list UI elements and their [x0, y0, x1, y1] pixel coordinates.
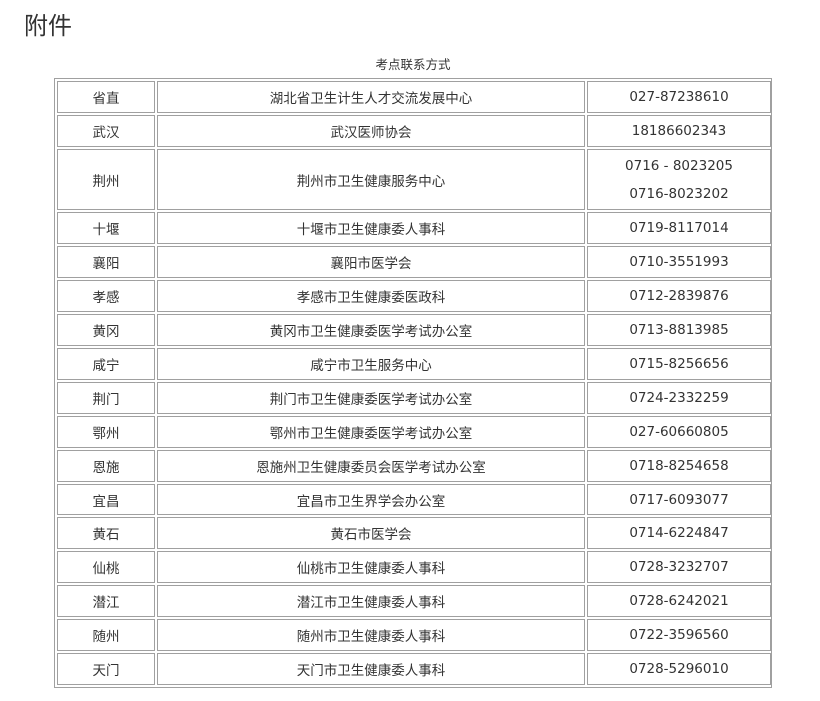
organization-cell: 孝感市卫生健康委医政科: [157, 280, 585, 313]
table-row: 荆州 荆州市卫生健康服务中心 0716 - 8023205 0716-8023202: [57, 148, 771, 211]
city-cell: 荆州: [57, 148, 155, 211]
phone-cell: 18186602343: [587, 114, 771, 147]
contacts-table: 省直 湖北省卫生计生人才交流发展中心 027-87238610 武汉 武汉医师协会 181…: [55, 79, 773, 687]
city-cell: 武汉: [57, 114, 155, 147]
phone-number: 0728-6242021: [629, 593, 729, 610]
table-row: 宜昌 宜昌市卫生界学会办公室 0717-6093077: [57, 483, 771, 516]
table-row: 恩施 恩施州卫生健康委员会医学考试办公室 0718-8254658: [57, 449, 771, 482]
city-cell: 天门: [57, 653, 155, 685]
table-row: 十堰 十堰市卫生健康委人事科 0719-8117014: [57, 212, 771, 245]
organization-cell: 随州市卫生健康委人事科: [157, 619, 585, 652]
phone-number: 0714-6224847: [629, 525, 729, 542]
organization-cell: 天门市卫生健康委人事科: [157, 653, 585, 685]
phone-number: 0722-3596560: [629, 627, 729, 644]
table-row: 随州 随州市卫生健康委人事科 0722-3596560: [57, 619, 771, 652]
organization-cell: 潜江市卫生健康委人事科: [157, 585, 585, 618]
organization-cell: 咸宁市卫生服务中心: [157, 348, 585, 380]
phone-number: 027-87238610: [629, 88, 729, 105]
table-row: 孝感 孝感市卫生健康委医政科 0712-2839876: [57, 280, 771, 313]
table-row: 天门 天门市卫生健康委人事科 0728-5296010: [57, 653, 771, 685]
city-cell: 恩施: [57, 449, 155, 482]
phone-cell: 0717-6093077: [587, 483, 771, 516]
city-cell: 荆门: [57, 381, 155, 414]
phone-cell: 0715-8256656: [587, 348, 771, 380]
phone-number: 0716 - 8023205: [625, 157, 733, 174]
table-caption: 考点联系方式: [375, 57, 451, 72]
phone-number: 0712-2839876: [629, 288, 729, 305]
city-cell: 潜江: [57, 585, 155, 618]
phone-number: 0713-8813985: [629, 322, 729, 339]
city-cell: 黄冈: [57, 314, 155, 346]
phone-cell: 0718-8254658: [587, 449, 771, 482]
table-row: 仙桃 仙桃市卫生健康委人事科 0728-3232707: [57, 551, 771, 584]
phone-cell: 0710-3551993: [587, 246, 771, 279]
organization-cell: 宜昌市卫生界学会办公室: [157, 483, 585, 516]
organization-cell: 黄冈市卫生健康委医学考试办公室: [157, 314, 585, 346]
table-row: 襄阳 襄阳市医学会 0710-3551993: [57, 246, 771, 279]
city-cell: 十堰: [57, 212, 155, 245]
table-row: 鄂州 鄂州市卫生健康委医学考试办公室 027-60660805: [57, 415, 771, 448]
phone-number: 0717-6093077: [629, 491, 729, 508]
city-cell: 鄂州: [57, 415, 155, 448]
organization-cell: 襄阳市医学会: [157, 246, 585, 279]
table-row: 荆门 荆门市卫生健康委医学考试办公室 0724-2332259: [57, 381, 771, 414]
organization-cell: 荆门市卫生健康委医学考试办公室: [157, 381, 585, 414]
phone-cell: 0728-5296010: [587, 653, 771, 685]
organization-cell: 湖北省卫生计生人才交流发展中心: [157, 81, 585, 113]
phone-cell: 0714-6224847: [587, 517, 771, 550]
table-row: 咸宁 咸宁市卫生服务中心 0715-8256656: [57, 348, 771, 380]
organization-cell: 十堰市卫生健康委人事科: [157, 212, 585, 245]
phone-number: 0724-2332259: [629, 389, 729, 406]
phone-number: 0718-8254658: [629, 457, 729, 474]
organization-cell: 鄂州市卫生健康委医学考试办公室: [157, 415, 585, 448]
phone-cell: 0716 - 8023205 0716-8023202: [587, 148, 771, 211]
phone-cell: 0713-8813985: [587, 314, 771, 346]
phone-cell: 0724-2332259: [587, 381, 771, 414]
table-row: 武汉 武汉医师协会 18186602343: [57, 114, 771, 147]
phone-number: 0716-8023202: [629, 185, 729, 202]
phone-number: 0715-8256656: [629, 355, 729, 372]
phone-number: 0710-3551993: [629, 254, 729, 271]
organization-cell: 恩施州卫生健康委员会医学考试办公室: [157, 449, 585, 482]
organization-cell: 黄石市医学会: [157, 517, 585, 550]
city-cell: 黄石: [57, 517, 155, 550]
table-row: 黄冈 黄冈市卫生健康委医学考试办公室 0713-8813985: [57, 314, 771, 346]
phone-number: 18186602343: [631, 122, 727, 139]
phone-cell: 0722-3596560: [587, 619, 771, 652]
city-cell: 咸宁: [57, 348, 155, 380]
city-cell: 省直: [57, 81, 155, 113]
city-cell: 仙桃: [57, 551, 155, 584]
phone-cell: 027-60660805: [587, 415, 771, 448]
contacts-table-body: 省直 湖北省卫生计生人才交流发展中心 027-87238610 武汉 武汉医师协会 181…: [57, 81, 771, 685]
page-title: 附件: [24, 12, 72, 40]
phone-number: 0728-3232707: [629, 559, 729, 576]
city-cell: 孝感: [57, 280, 155, 313]
city-cell: 襄阳: [57, 246, 155, 279]
phone-cell: 0719-8117014: [587, 212, 771, 245]
organization-cell: 武汉医师协会: [157, 114, 585, 147]
phone-cell: 0728-3232707: [587, 551, 771, 584]
organization-cell: 荆州市卫生健康服务中心: [157, 148, 585, 211]
table-row: 省直 湖北省卫生计生人才交流发展中心 027-87238610: [57, 81, 771, 113]
organization-cell: 仙桃市卫生健康委人事科: [157, 551, 585, 584]
phone-number: 0728-5296010: [629, 661, 729, 677]
city-cell: 随州: [57, 619, 155, 652]
table-row: 黄石 黄石市医学会 0714-6224847: [57, 517, 771, 550]
phone-cell: 027-87238610: [587, 81, 771, 113]
phone-cell: 0712-2839876: [587, 280, 771, 313]
phone-number: 0719-8117014: [629, 220, 729, 237]
city-cell: 宜昌: [57, 483, 155, 516]
phone-cell: 0728-6242021: [587, 585, 771, 618]
table-row: 潜江 潜江市卫生健康委人事科 0728-6242021: [57, 585, 771, 618]
contacts-table-frame: 省直 湖北省卫生计生人才交流发展中心 027-87238610 武汉 武汉医师协会 181…: [54, 78, 772, 688]
phone-number: 027-60660805: [629, 423, 729, 440]
